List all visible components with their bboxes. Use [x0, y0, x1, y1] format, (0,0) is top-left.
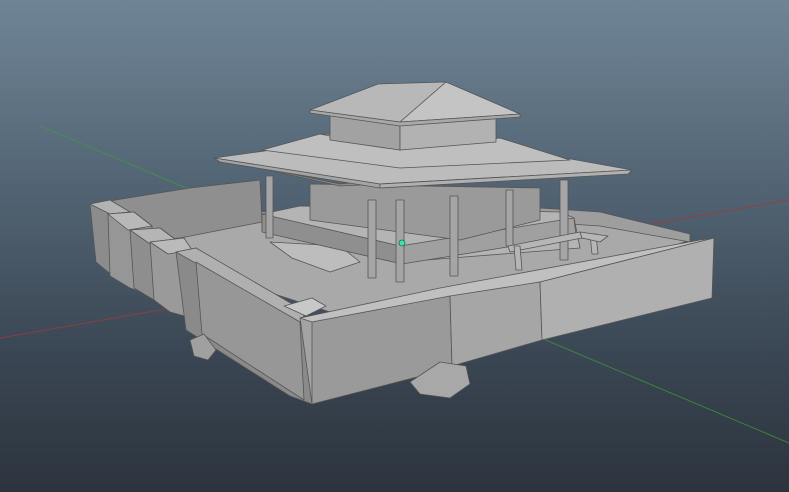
- column: [367, 199, 377, 279]
- column: [449, 195, 459, 277]
- 3d-viewport[interactable]: [0, 0, 789, 492]
- column: [265, 175, 274, 239]
- column: [559, 179, 569, 261]
- scene-canvas[interactable]: [0, 0, 789, 492]
- front-right-wall-face-b: [449, 281, 543, 367]
- column: [505, 189, 514, 247]
- pivot-point-icon[interactable]: [398, 239, 406, 247]
